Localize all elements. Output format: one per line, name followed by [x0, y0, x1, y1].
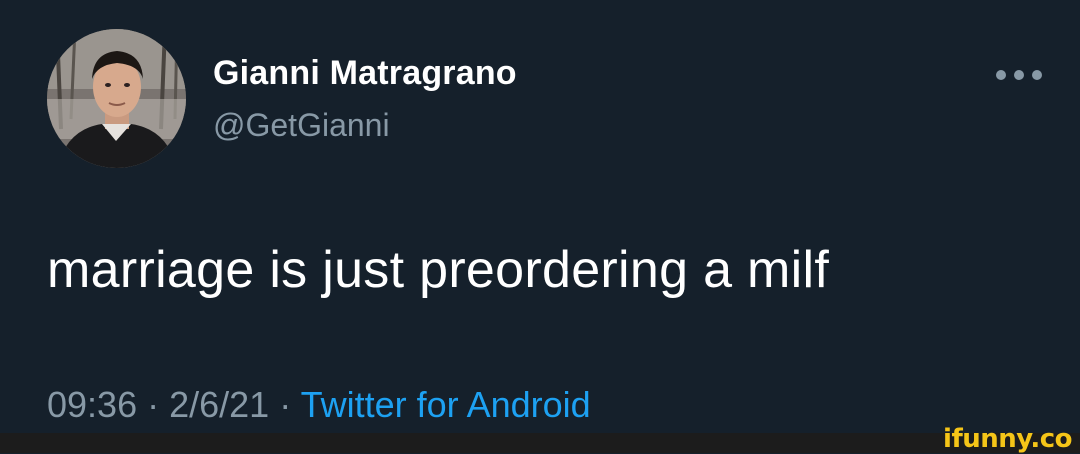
display-name[interactable]: Gianni Matragrano [213, 54, 517, 93]
watermark-bar [0, 433, 1080, 453]
avatar[interactable] [47, 29, 186, 168]
tweet-card: Gianni Matragrano @GetGianni marriage is… [0, 0, 1080, 433]
ifunny-watermark: ifunny.co [943, 424, 1072, 454]
more-dot [996, 70, 1006, 80]
user-handle[interactable]: @GetGianni [213, 107, 390, 144]
more-dot [1032, 70, 1042, 80]
tweet-meta: 09:36 · 2/6/21 · Twitter for Android [47, 384, 591, 426]
meta-separator: · [279, 384, 301, 425]
more-dot [1014, 70, 1024, 80]
tweet-text: marriage is just preordering a milf [47, 241, 830, 299]
tweet-time[interactable]: 09:36 [47, 384, 137, 425]
tweet-date[interactable]: 2/6/21 [169, 384, 269, 425]
meta-separator: · [147, 384, 170, 425]
tweet-source-link[interactable]: Twitter for Android [301, 384, 591, 425]
avatar-image [47, 29, 186, 168]
more-options-icon[interactable] [996, 63, 1042, 87]
